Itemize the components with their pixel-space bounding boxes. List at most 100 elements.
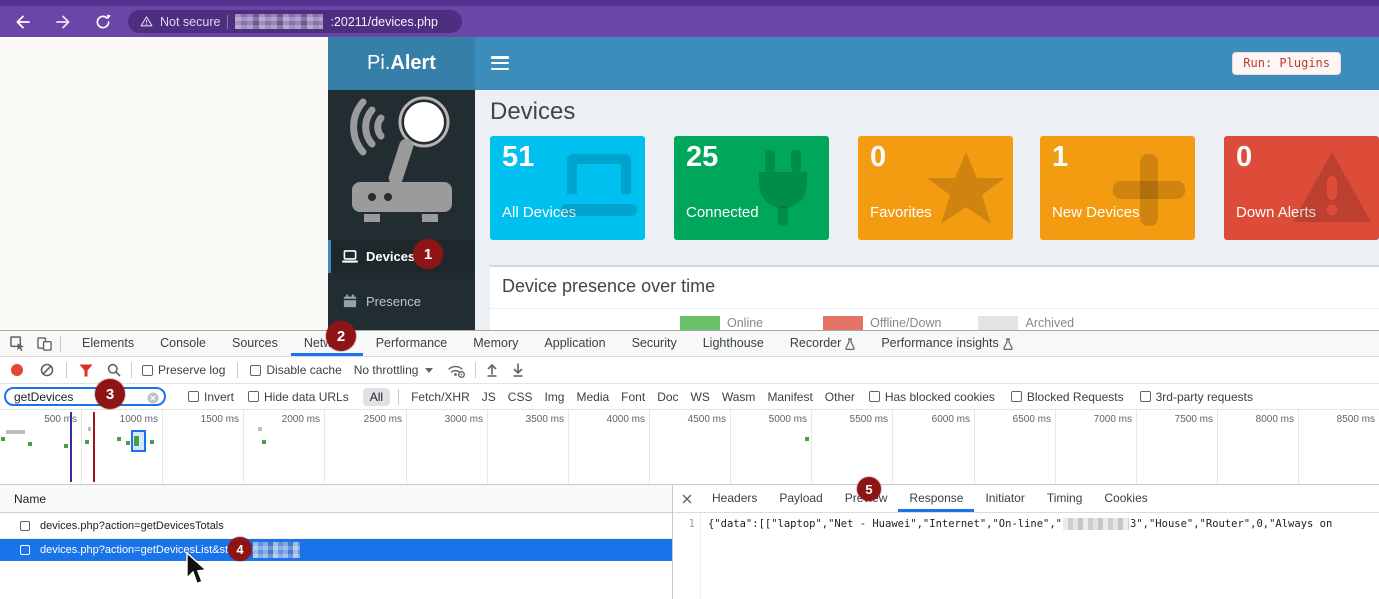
close-icon[interactable] bbox=[682, 494, 692, 504]
disable-cache-checkbox[interactable] bbox=[250, 365, 261, 376]
calendar-icon bbox=[343, 294, 357, 308]
filter-type-font[interactable]: Font bbox=[621, 390, 645, 404]
detail-tab-headers[interactable]: Headers bbox=[701, 485, 768, 512]
timeline-tick: 5500 ms bbox=[834, 414, 888, 425]
card-new-devices[interactable]: 1 New Devices bbox=[1040, 136, 1195, 240]
tab-performance-insights[interactable]: Performance insights bbox=[868, 331, 1025, 356]
request-name: devices.php?action=getDevicesTotals bbox=[40, 520, 224, 532]
card-favorites[interactable]: 0 Favorites bbox=[858, 136, 1013, 240]
annotation-badge-5: 5 bbox=[857, 477, 881, 501]
tab-memory[interactable]: Memory bbox=[460, 331, 531, 356]
request-list-header[interactable]: Name bbox=[0, 485, 672, 513]
device-toolbar-icon[interactable] bbox=[37, 337, 52, 351]
timeline-tick: 3500 ms bbox=[510, 414, 564, 425]
filter-value: getDevices bbox=[14, 390, 73, 404]
filter-type-wasm[interactable]: Wasm bbox=[722, 390, 756, 404]
timeline-request-bar bbox=[258, 427, 262, 431]
timeline-tick: 1000 ms bbox=[104, 414, 158, 425]
redacted-host-blur bbox=[235, 14, 323, 29]
tab-sources[interactable]: Sources bbox=[219, 331, 291, 356]
annotation-badge-4: 4 bbox=[228, 537, 252, 561]
filter-type-manifest[interactable]: Manifest bbox=[767, 390, 812, 404]
tab-elements[interactable]: Elements bbox=[69, 331, 147, 356]
blocked-requests-label: Blocked Requests bbox=[1027, 390, 1124, 404]
response-text: {"data":[["laptop","Net - Huawei","Inter… bbox=[708, 518, 1062, 530]
devtools-tabbar: Elements Console Sources Network Perform… bbox=[0, 331, 1379, 357]
sidebar-item-presence[interactable]: Presence bbox=[328, 286, 475, 316]
chevron-down-icon[interactable] bbox=[425, 368, 433, 373]
separator bbox=[398, 389, 399, 405]
tab-lighthouse[interactable]: Lighthouse bbox=[690, 331, 777, 356]
experiment-flask-icon bbox=[1003, 338, 1013, 350]
filter-icon[interactable] bbox=[79, 364, 93, 377]
filter-type-all[interactable]: All bbox=[363, 388, 390, 406]
detail-tab-payload[interactable]: Payload bbox=[768, 485, 833, 512]
third-party-requests-checkbox[interactable] bbox=[1140, 391, 1151, 402]
search-icon[interactable] bbox=[107, 363, 121, 377]
tab-performance[interactable]: Performance bbox=[363, 331, 461, 356]
invert-checkbox[interactable] bbox=[188, 391, 199, 402]
filter-type-js[interactable]: JS bbox=[482, 390, 496, 404]
request-checkbox[interactable] bbox=[20, 545, 30, 555]
router-logo bbox=[342, 96, 460, 234]
filter-type-fetchxhr[interactable]: Fetch/XHR bbox=[411, 390, 470, 404]
app-logo[interactable]: Pi.Alert bbox=[328, 37, 475, 90]
timeline-tick: 1500 ms bbox=[185, 414, 239, 425]
filter-type-ws[interactable]: WS bbox=[691, 390, 710, 404]
sidebar-item-devices[interactable]: Devices bbox=[328, 240, 475, 273]
back-icon[interactable] bbox=[14, 13, 32, 31]
preserve-log-label: Preserve log bbox=[158, 363, 225, 377]
card-value: 0 bbox=[1236, 141, 1252, 174]
card-all-devices[interactable]: 51 All Devices bbox=[490, 136, 645, 240]
filter-type-img[interactable]: Img bbox=[544, 390, 564, 404]
tab-console[interactable]: Console bbox=[147, 331, 219, 356]
presence-panel-title: Device presence over time bbox=[502, 276, 715, 297]
address-bar[interactable]: Not secure :20211/devices.php bbox=[128, 10, 462, 33]
separator bbox=[60, 336, 61, 352]
request-checkbox[interactable] bbox=[20, 521, 30, 531]
request-row-getdeviceslist[interactable]: devices.php?action=getDevicesList&status… bbox=[0, 539, 672, 561]
card-connected[interactable]: 25 Connected bbox=[674, 136, 829, 240]
run-plugins-button[interactable]: Run: Plugins bbox=[1232, 52, 1341, 75]
separator bbox=[237, 362, 238, 378]
sidebar-item-label: Presence bbox=[366, 294, 421, 309]
card-value: 0 bbox=[870, 141, 886, 174]
filter-type-doc[interactable]: Doc bbox=[657, 390, 678, 404]
filter-type-other[interactable]: Other bbox=[825, 390, 855, 404]
detail-tab-response[interactable]: Response bbox=[898, 485, 974, 512]
detail-tab-initiator[interactable]: Initiator bbox=[974, 485, 1035, 512]
detail-tab-timing[interactable]: Timing bbox=[1036, 485, 1094, 512]
export-har-icon[interactable] bbox=[512, 363, 524, 377]
inspect-element-icon[interactable] bbox=[10, 336, 25, 351]
card-down-alerts[interactable]: 0 Down Alerts bbox=[1224, 136, 1379, 240]
experiment-flask-icon bbox=[845, 338, 855, 350]
clear-filter-icon[interactable] bbox=[147, 392, 159, 404]
network-conditions-icon[interactable] bbox=[447, 363, 465, 378]
sidebar: Devices Presence bbox=[328, 90, 475, 330]
filter-type-media[interactable]: Media bbox=[576, 390, 609, 404]
response-viewer[interactable]: 1 {"data":[["laptop","Net - Huawei","Int… bbox=[673, 513, 1379, 599]
tab-security[interactable]: Security bbox=[619, 331, 690, 356]
tab-application[interactable]: Application bbox=[531, 331, 618, 356]
forward-icon[interactable] bbox=[54, 13, 72, 31]
request-row-gettotals[interactable]: devices.php?action=getDevicesTotals bbox=[0, 513, 672, 539]
third-party-requests-label: 3rd-party requests bbox=[1156, 390, 1253, 404]
import-har-icon[interactable] bbox=[486, 363, 498, 377]
detail-tab-cookies[interactable]: Cookies bbox=[1093, 485, 1158, 512]
tab-recorder[interactable]: Recorder bbox=[777, 331, 868, 356]
hide-data-urls-checkbox[interactable] bbox=[248, 391, 259, 402]
timeline-tick: 2500 ms bbox=[348, 414, 402, 425]
sidebar-toggle-icon[interactable] bbox=[491, 56, 509, 70]
network-overview-timeline[interactable]: 500 ms 1000 ms 1500 ms 2000 ms 2500 ms 3… bbox=[0, 410, 1379, 485]
blocked-requests-checkbox[interactable] bbox=[1011, 391, 1022, 402]
has-blocked-cookies-checkbox[interactable] bbox=[869, 391, 880, 402]
reload-icon[interactable] bbox=[94, 13, 112, 31]
legend-swatch-offline bbox=[823, 316, 863, 330]
preserve-log-checkbox[interactable] bbox=[142, 365, 153, 376]
record-icon[interactable] bbox=[10, 363, 24, 377]
card-value: 51 bbox=[502, 141, 534, 174]
filter-type-css[interactable]: CSS bbox=[508, 390, 533, 404]
throttling-select[interactable]: No throttling bbox=[354, 363, 419, 377]
clear-icon[interactable] bbox=[40, 363, 54, 377]
filter-input[interactable]: getDevices bbox=[4, 387, 166, 406]
